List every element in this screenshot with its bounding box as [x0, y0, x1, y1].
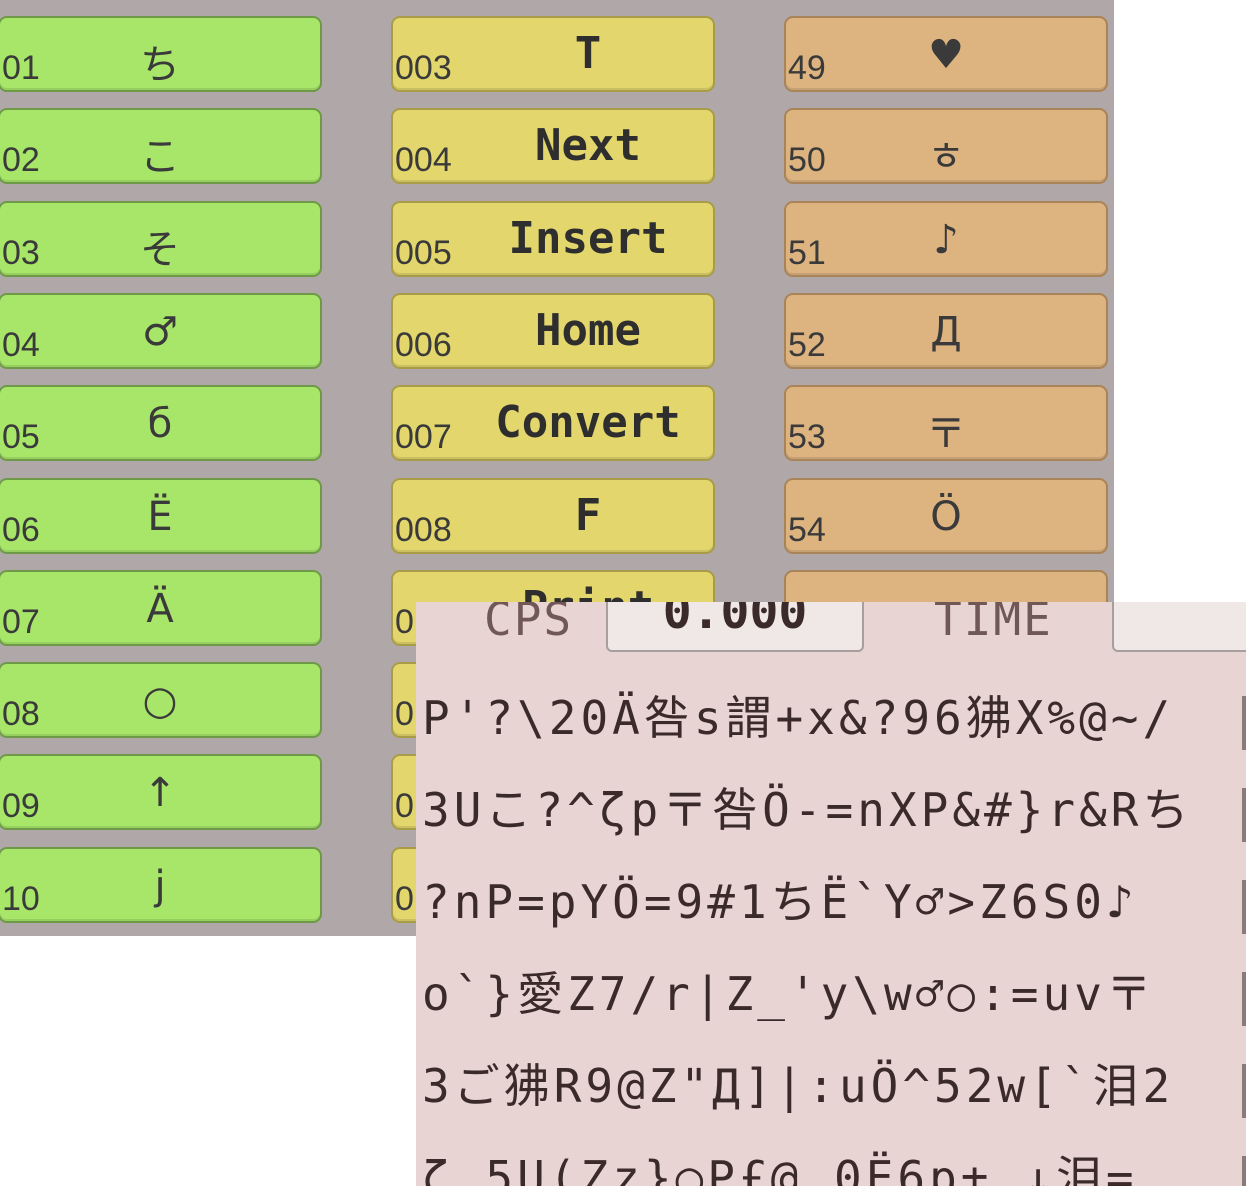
line-edge-marker	[1242, 880, 1246, 934]
key-number: 53	[788, 418, 826, 457]
key-number: 02	[2, 141, 40, 180]
key-character: Insert	[508, 212, 668, 264]
key-number: 50	[788, 141, 826, 180]
key-number: 05	[2, 418, 40, 457]
key-middle_column-0[interactable]: 003 T	[391, 16, 715, 92]
key-number: 0	[395, 695, 414, 734]
cps-value: 0.000	[662, 602, 808, 640]
key-character: Д	[930, 308, 962, 355]
key-number: 01	[2, 49, 40, 87]
key-character: ㅎ	[927, 134, 965, 181]
time-label: TIME	[934, 602, 1053, 646]
key-character: そ	[140, 226, 180, 273]
key-number: 03	[2, 233, 40, 272]
line-edge-marker	[1242, 972, 1246, 1026]
key-number: 0	[395, 879, 414, 918]
key-right_column-3[interactable]: 52 Д	[784, 292, 1108, 369]
key-number: 003	[395, 49, 452, 87]
line-edge-marker	[1242, 1156, 1246, 1186]
key-middle_column-2[interactable]: 005 Insert	[391, 200, 715, 277]
key-number: 08	[2, 695, 40, 734]
key-character: ち	[140, 42, 180, 88]
key-number: 07	[2, 602, 40, 641]
key-left_column-6[interactable]: 07 Ä	[0, 569, 322, 646]
key-character: Ë	[147, 493, 173, 540]
key-right_column-0[interactable]: 49 ♥	[784, 16, 1108, 92]
key-character: Ö	[930, 493, 962, 540]
key-character: Ä	[146, 585, 174, 632]
stream-line: o`}愛Z7/r|Z_'y\w♂○:=uv〒	[422, 967, 1156, 1021]
key-left_column-0[interactable]: 01 ち	[0, 16, 322, 92]
key-number: 0	[395, 787, 414, 826]
key-left_column-1[interactable]: 02 こ	[0, 108, 322, 185]
line-edge-marker	[1242, 1064, 1246, 1118]
key-left_column-8[interactable]: 09 ↑	[0, 754, 322, 831]
key-left_column-5[interactable]: 06 Ë	[0, 477, 322, 554]
key-character: T	[574, 28, 602, 79]
key-character: Next	[535, 120, 641, 172]
time-value-box	[1112, 602, 1246, 652]
key-character: F	[574, 489, 602, 541]
key-number: 54	[788, 510, 826, 549]
key-number: 006	[395, 325, 452, 364]
key-right_column-1[interactable]: 50 ㅎ	[784, 108, 1108, 185]
key-left_column-7[interactable]: 08 ○	[0, 662, 322, 739]
stream-line: ?nP=pYÖ=9#1ちË`Y♂>Z6S0♪	[422, 875, 1138, 929]
key-number: 0	[395, 602, 414, 641]
line-edge-marker	[1242, 696, 1246, 750]
line-edge-marker	[1242, 788, 1246, 842]
key-number: 007	[395, 418, 452, 457]
stream-line: 3Uこ?^ζp〒咎Ö-=nXP&#}r&Rち	[422, 783, 1193, 837]
key-character: こ	[140, 134, 180, 181]
key-number: 005	[395, 233, 452, 272]
key-number: 06	[2, 510, 40, 549]
key-character: б	[147, 401, 173, 448]
key-number: 04	[2, 325, 40, 364]
key-number: 09	[2, 787, 40, 826]
key-middle_column-1[interactable]: 004 Next	[391, 108, 715, 185]
key-number: 52	[788, 325, 826, 364]
key-right_column-5[interactable]: 54 Ö	[784, 477, 1108, 554]
key-number: 008	[395, 510, 452, 549]
cps-value-box: 0.000	[606, 602, 864, 652]
key-character: Convert	[495, 397, 681, 449]
typing-panel: CPS 0.000 TIME P'?\20Ä咎s謂+x&?96狒X%@~/ 3Uこ…	[416, 602, 1246, 1186]
key-character: j	[154, 862, 166, 909]
key-left_column-9[interactable]: 10 j	[0, 846, 322, 923]
key-character: 〒	[926, 411, 966, 458]
key-number: 004	[395, 141, 452, 180]
key-left_column-3[interactable]: 04 ♂	[0, 292, 322, 369]
key-character: ♥	[928, 32, 964, 78]
key-right_column-4[interactable]: 53 〒	[784, 385, 1108, 462]
key-character: ♂	[142, 308, 178, 355]
key-character: ↑	[143, 770, 177, 817]
key-left_column-4[interactable]: 05 б	[0, 385, 322, 462]
stream-line: ζ.5U(Zz}○P£@,0Ë6p±,↓泪=	[422, 1151, 1138, 1186]
key-number: 10	[2, 879, 40, 918]
key-character: ○	[142, 678, 178, 725]
stream-line: 3ご狒R9@Z"Д]|:uÖ^52w[`泪2	[422, 1059, 1175, 1113]
key-middle_column-4[interactable]: 007 Convert	[391, 385, 715, 462]
key-character: ♪	[933, 216, 959, 263]
key-number: 49	[788, 49, 826, 87]
key-right_column-2[interactable]: 51 ♪	[784, 200, 1108, 277]
cps-label: CPS	[484, 602, 574, 646]
key-number: 51	[788, 233, 826, 272]
key-left_column-2[interactable]: 03 そ	[0, 200, 322, 277]
key-middle_column-5[interactable]: 008 F	[391, 477, 715, 554]
stream-line: P'?\20Ä咎s謂+x&?96狒X%@~/	[422, 691, 1175, 745]
key-middle_column-3[interactable]: 006 Home	[391, 292, 715, 369]
key-character: Home	[535, 304, 641, 356]
